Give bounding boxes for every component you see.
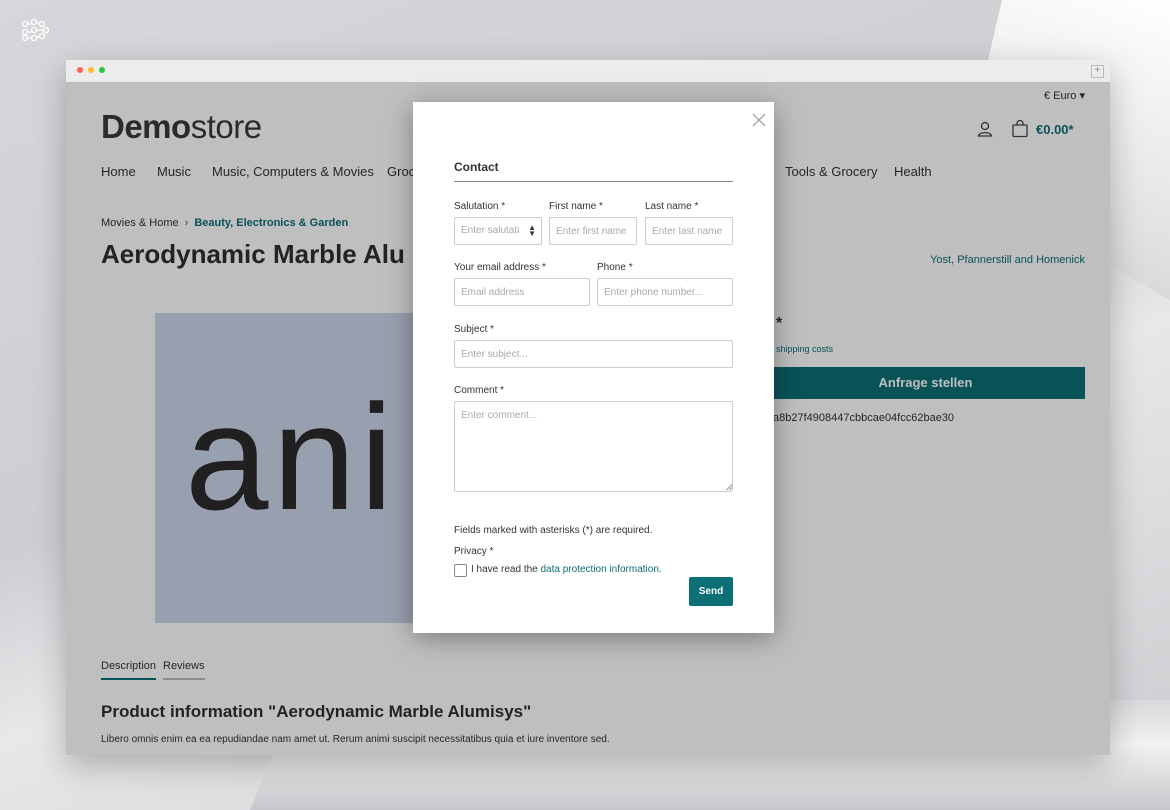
email-field[interactable]: [454, 278, 590, 306]
email-label: Your email address *: [454, 262, 546, 273]
subject-field[interactable]: [454, 340, 733, 368]
salutation-placeholder: Enter salutati: [461, 225, 520, 236]
last-name-field[interactable]: [645, 217, 733, 245]
comment-field[interactable]: [454, 401, 733, 492]
send-button[interactable]: Send: [689, 577, 733, 606]
divider: [454, 181, 733, 182]
browser-titlebar: +: [66, 60, 1110, 83]
close-window-button[interactable]: [77, 67, 83, 73]
contact-modal: Contact Salutation * Enter salutati ▲ ▼ F…: [413, 102, 774, 633]
salutation-label: Salutation *: [454, 201, 506, 212]
salutation-select[interactable]: Enter salutati ▲ ▼: [454, 217, 542, 245]
app-logo-icon: [20, 18, 50, 47]
close-icon[interactable]: [751, 112, 767, 128]
resize-handle[interactable]: [726, 484, 732, 490]
browser-window: + € Euro ▾ Demostore €0.00* Home Music M…: [66, 60, 1110, 755]
maximize-window-button[interactable]: [99, 67, 105, 73]
modal-title: Contact: [454, 160, 499, 174]
first-name-field[interactable]: [549, 217, 637, 245]
privacy-checkbox[interactable]: [454, 564, 467, 577]
privacy-text-prefix: I have read the: [471, 564, 538, 575]
comment-label: Comment *: [454, 385, 505, 396]
phone-field[interactable]: [597, 278, 733, 306]
required-note: Fields marked with asterisks (*) are req…: [454, 525, 653, 536]
privacy-text: I have read the data protection informat…: [471, 564, 662, 575]
first-name-label: First name *: [549, 201, 603, 212]
phone-label: Phone *: [597, 262, 633, 273]
new-tab-button[interactable]: +: [1091, 65, 1104, 78]
select-arrows-icon: ▲ ▼: [528, 223, 536, 238]
minimize-window-button[interactable]: [88, 67, 94, 73]
privacy-link[interactable]: data protection information.: [541, 564, 662, 575]
privacy-label: Privacy *: [454, 546, 494, 557]
last-name-label: Last name *: [645, 201, 699, 212]
subject-label: Subject *: [454, 324, 495, 335]
